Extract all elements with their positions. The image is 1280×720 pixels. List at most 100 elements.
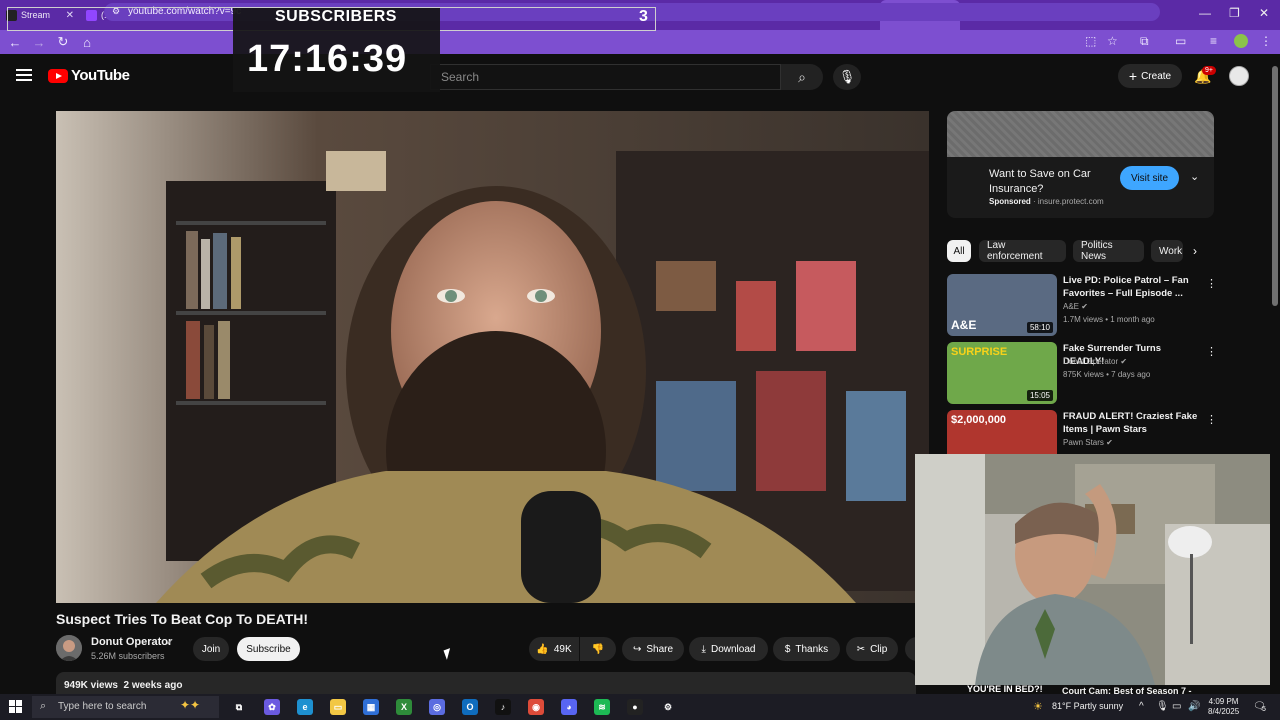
voice-search-button[interactable]: 🎙 xyxy=(833,64,861,90)
more-options-icon[interactable]: ⋮ xyxy=(1206,413,1217,426)
share-button[interactable]: ↪ Share xyxy=(622,637,684,661)
minimize-icon[interactable]: — xyxy=(1199,6,1211,20)
browser-menu-icon[interactable]: ⋮ xyxy=(1260,34,1272,48)
verified-icon: ✔ xyxy=(1118,357,1128,366)
ad-card[interactable]: Want to Save on Car Insurance? Sponsored… xyxy=(947,157,1214,218)
volume-icon[interactable]: 🔊 xyxy=(1188,701,1200,712)
download-icon: ⤓ xyxy=(701,643,706,655)
windows-start-icon[interactable] xyxy=(9,700,23,714)
chevron-down-icon[interactable]: ⌄ xyxy=(1190,170,1199,183)
ad-sponsored-line: Sponsored · insure.protect.com xyxy=(989,197,1104,206)
microphone-tray-icon[interactable]: 🎙 xyxy=(1156,701,1169,712)
recommendation-item[interactable]: A&E 58:10 Live PD: Police Patrol – Fan Fav… xyxy=(947,274,1217,338)
home-icon[interactable]: ⌂ xyxy=(75,30,99,54)
split-screen-icon[interactable]: ▭ xyxy=(1175,34,1186,48)
chip-all[interactable]: All xyxy=(947,240,971,262)
clip-button[interactable]: ✂ Clip xyxy=(846,637,898,661)
extensions-icon[interactable]: ⧉ xyxy=(1140,34,1149,49)
outlook-icon[interactable]: O xyxy=(462,699,478,715)
weather-icon: ☀ xyxy=(1033,701,1043,713)
verified-icon: ✔ xyxy=(1079,302,1088,311)
forward-icon[interactable]: → xyxy=(27,30,51,54)
copilot-icon[interactable]: ✿ xyxy=(264,699,280,715)
obs-icon[interactable]: ● xyxy=(627,699,643,715)
channel-name: Donut Operator xyxy=(1063,357,1119,366)
taskbar-clock[interactable]: 4:09 PM 8/4/2025 xyxy=(1208,697,1239,717)
media-control-icon[interactable]: ≡ xyxy=(1210,34,1217,48)
channel-name[interactable]: Donut Operator xyxy=(91,636,172,648)
xbox-icon[interactable]: X xyxy=(396,699,412,715)
chevron-right-icon[interactable]: › xyxy=(1193,244,1197,258)
like-button[interactable]: 👍 49K xyxy=(529,637,579,661)
video-player[interactable] xyxy=(56,111,929,603)
download-button[interactable]: ⤓ Download xyxy=(689,637,768,661)
settings-icon[interactable]: ⚙ xyxy=(660,699,676,715)
thanks-button[interactable]: $ Thanks xyxy=(773,637,840,661)
search-icon: ⌕ xyxy=(798,68,806,85)
chrome-icon[interactable]: ◉ xyxy=(528,699,544,715)
create-button[interactable]: + Create xyxy=(1118,64,1182,88)
overlay-timer: 17:16:39 xyxy=(247,38,408,80)
chip-law-enforcement[interactable]: Law enforcement xyxy=(979,240,1066,262)
discord-icon[interactable]: ◕ xyxy=(561,699,577,715)
spotify-icon[interactable]: ≋ xyxy=(594,699,610,715)
thumbs-up-icon: 👍 xyxy=(536,643,549,655)
youtube-logo[interactable]: YouTube xyxy=(48,67,130,84)
ad-banner-image[interactable] xyxy=(947,111,1214,157)
more-options-icon[interactable]: ⋮ xyxy=(1206,345,1217,358)
recommendation-thumbnail[interactable]: SURPRISE 15:05 xyxy=(947,342,1057,404)
channel-avatar[interactable] xyxy=(56,635,82,661)
file-explorer-icon[interactable]: ▭ xyxy=(330,699,346,715)
dislike-button[interactable]: 👎 xyxy=(580,637,616,661)
store-icon[interactable]: ▦ xyxy=(363,699,379,715)
page-scrollbar[interactable] xyxy=(1270,54,1280,694)
share-icon: ↪ xyxy=(632,643,642,655)
search-button[interactable]: ⌕ xyxy=(781,64,823,90)
task-view-icon[interactable]: ⧉ xyxy=(231,699,247,715)
join-button[interactable]: Join xyxy=(193,637,229,661)
profile-avatar[interactable] xyxy=(1234,34,1248,48)
recommendation-thumbnail[interactable]: A&E 58:10 xyxy=(947,274,1057,336)
mouse-cursor xyxy=(443,648,454,660)
recommendation-item[interactable]: SURPRISE 15:05 Fake Surrender Turns DEADLY… xyxy=(947,342,1217,406)
verified-icon: ✔ xyxy=(166,637,174,647)
scrollbar-thumb[interactable] xyxy=(1272,66,1278,306)
bookmark-star-icon[interactable]: ☆ xyxy=(1107,34,1118,48)
subscribe-button[interactable]: Subscribe xyxy=(237,637,300,661)
subscriber-overlay: SUBSCRIBERS 17:16:39 xyxy=(233,8,440,92)
webcam-image xyxy=(915,454,1280,685)
youtube-header: YouTube Search ⌕ 🎙 + Create 🔔 9+ xyxy=(0,54,1270,100)
notification-badge: 9+ xyxy=(1202,66,1216,75)
reload-icon[interactable]: ↻ xyxy=(51,30,75,54)
back-icon[interactable]: ← xyxy=(3,30,27,54)
video-frame-image xyxy=(56,111,929,603)
notifications-count: 5 xyxy=(1262,706,1266,713)
more-options-icon[interactable]: ⋮ xyxy=(1206,277,1217,290)
youtube-wordmark: YouTube xyxy=(71,67,130,84)
edge-icon[interactable]: e xyxy=(297,699,313,715)
account-avatar[interactable] xyxy=(1229,66,1249,86)
close-window-icon[interactable]: ✕ xyxy=(1259,6,1269,20)
search-input[interactable]: Search xyxy=(430,64,781,90)
thumbnail-text: A&E xyxy=(951,318,977,332)
chip-politics-news[interactable]: Politics News xyxy=(1073,240,1144,262)
ad-title: Want to Save on Car Insurance? xyxy=(989,168,1091,195)
network-icon[interactable]: ▭ xyxy=(1172,701,1181,712)
taskbar-search-input[interactable]: ⌕ Type here to search ✦✦ xyxy=(32,696,219,718)
thumbnail-text: SURPRISE xyxy=(951,346,1008,358)
restore-icon[interactable]: ❐ xyxy=(1229,6,1240,20)
thanks-label: Thanks xyxy=(795,643,829,655)
clip-label: Clip xyxy=(870,643,888,655)
app-icon[interactable]: ◎ xyxy=(429,699,445,715)
chip-work[interactable]: Work xyxy=(1151,240,1183,262)
tray-chevron-icon[interactable]: ^ xyxy=(1139,701,1144,712)
visit-site-button[interactable]: Visit site xyxy=(1120,166,1179,190)
recommendation-meta: 1.7M views • 1 month ago xyxy=(1063,315,1155,324)
search-icon: ⌕ xyxy=(40,700,47,712)
weather-text[interactable]: 81°F Partly sunny xyxy=(1052,701,1123,711)
hamburger-menu-icon[interactable] xyxy=(16,69,32,81)
verified-icon: ✔ xyxy=(1103,438,1113,447)
tiktok-icon[interactable]: ♪ xyxy=(495,699,511,715)
create-label: Create xyxy=(1141,70,1172,82)
install-app-icon[interactable]: ⬚ xyxy=(1085,34,1096,48)
